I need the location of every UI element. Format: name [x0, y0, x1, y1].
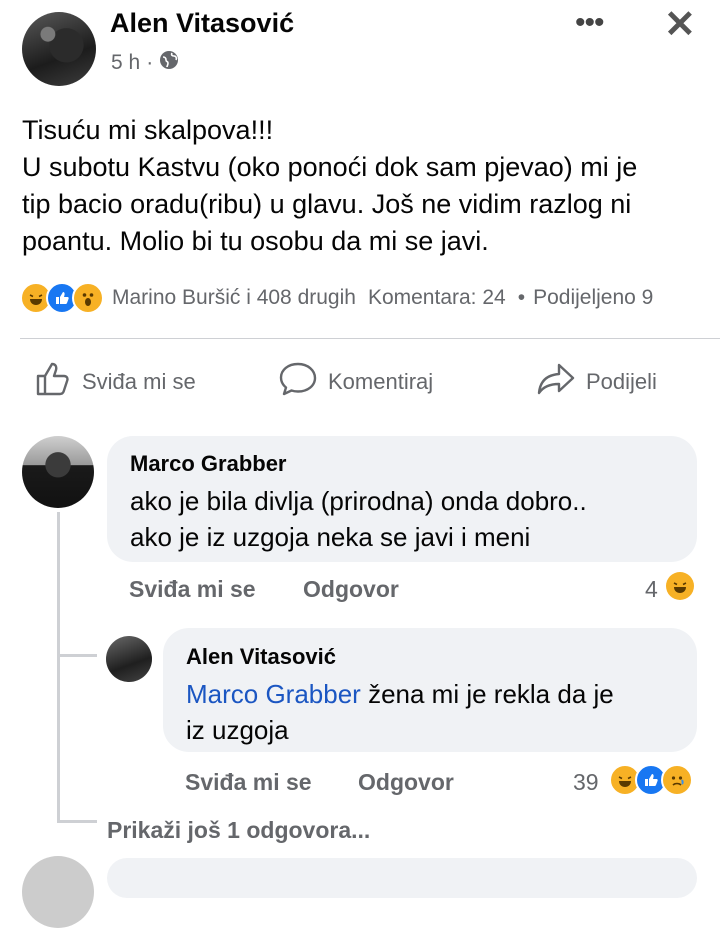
thumbs-up-icon [34, 360, 72, 404]
speech-bubble-icon [278, 361, 318, 403]
post-text-line: Tisuću mi skalpova!!! [22, 115, 274, 145]
meta-separator: · [146, 51, 154, 74]
comments-count[interactable]: Komentara: 24 [368, 286, 506, 310]
reply-text: Marco Grabber žena mi je rekla da je iz … [186, 676, 614, 748]
sad-icon[interactable] [661, 764, 693, 796]
globe-icon [159, 50, 179, 76]
post-time[interactable]: 5 h [111, 51, 140, 75]
reply-text-rest: žena mi je rekla da je [360, 679, 614, 709]
post-text-line: U subotu Kastvu (oko ponoći dok sam pjev… [22, 152, 638, 182]
comment-text-line: ako je bila divlja (prirodna) onda dobro… [130, 486, 587, 516]
comment-author[interactable]: Marco Grabber [130, 451, 287, 477]
post-author-avatar[interactable] [22, 12, 96, 86]
more-options-icon[interactable]: ••• [575, 6, 604, 40]
show-more-replies-link[interactable]: Prikaži još 1 odgovora... [107, 817, 370, 844]
reply-reply-button[interactable]: Odgovor [358, 769, 454, 796]
post-meta: 5 h · [111, 50, 179, 76]
thread-line [57, 512, 60, 822]
reply-reaction-count[interactable]: 39 [573, 769, 599, 796]
like-button[interactable]: Sviđa mi se [34, 362, 196, 402]
wow-icon[interactable] [72, 282, 104, 314]
comment-reaction-count[interactable]: 4 [645, 576, 658, 603]
post-text-line: tip bacio oradu(ribu) u glavu. Još ne vi… [22, 189, 632, 219]
reply-reactions[interactable] [609, 764, 693, 796]
next-commenter-avatar[interactable] [22, 856, 94, 928]
reply-author[interactable]: Alen Vitasović [186, 644, 336, 670]
share-button[interactable]: Podijeli [536, 362, 657, 402]
post-text-line: poantu. Molio bi tu osobu da mi se javi. [22, 226, 489, 256]
comment-button[interactable]: Komentiraj [278, 362, 433, 402]
bullet-separator: • [517, 286, 526, 309]
next-comment-bubble [107, 858, 697, 898]
haha-icon[interactable] [666, 572, 694, 600]
post-text: Tisuću mi skalpova!!! U subotu Kastvu (o… [22, 112, 712, 260]
share-label: Podijeli [586, 369, 657, 394]
close-icon[interactable]: ✕ [664, 2, 696, 47]
reply-like-button[interactable]: Sviđa mi se [185, 769, 312, 796]
comment-text-line: ako je iz uzgoja neka se javi i meni [130, 522, 531, 552]
comment-reply-button[interactable]: Odgovor [303, 576, 399, 603]
shares-count[interactable]: Podijeljeno 9 [533, 286, 653, 310]
reply-text-line: iz uzgoja [186, 715, 289, 745]
commenter-avatar[interactable] [22, 436, 94, 508]
reply-author-avatar[interactable] [106, 636, 152, 682]
divider [20, 338, 720, 339]
reactions-summary: Marino Buršić i 408 drugih Komentara: 24… [20, 282, 653, 314]
comment-text: ako je bila divlja (prirodna) onda dobro… [130, 483, 587, 555]
more-replies-connector [57, 820, 97, 823]
share-arrow-icon [536, 361, 576, 403]
post-author-name[interactable]: Alen Vitasović [110, 8, 294, 39]
reply-connector [57, 654, 97, 657]
mention-link[interactable]: Marco Grabber [186, 679, 361, 709]
comment-like-button[interactable]: Sviđa mi se [129, 576, 256, 603]
comment-label: Komentiraj [328, 369, 434, 394]
like-label: Sviđa mi se [82, 369, 196, 394]
reactions-text[interactable]: Marino Buršić i 408 drugih [112, 286, 356, 310]
